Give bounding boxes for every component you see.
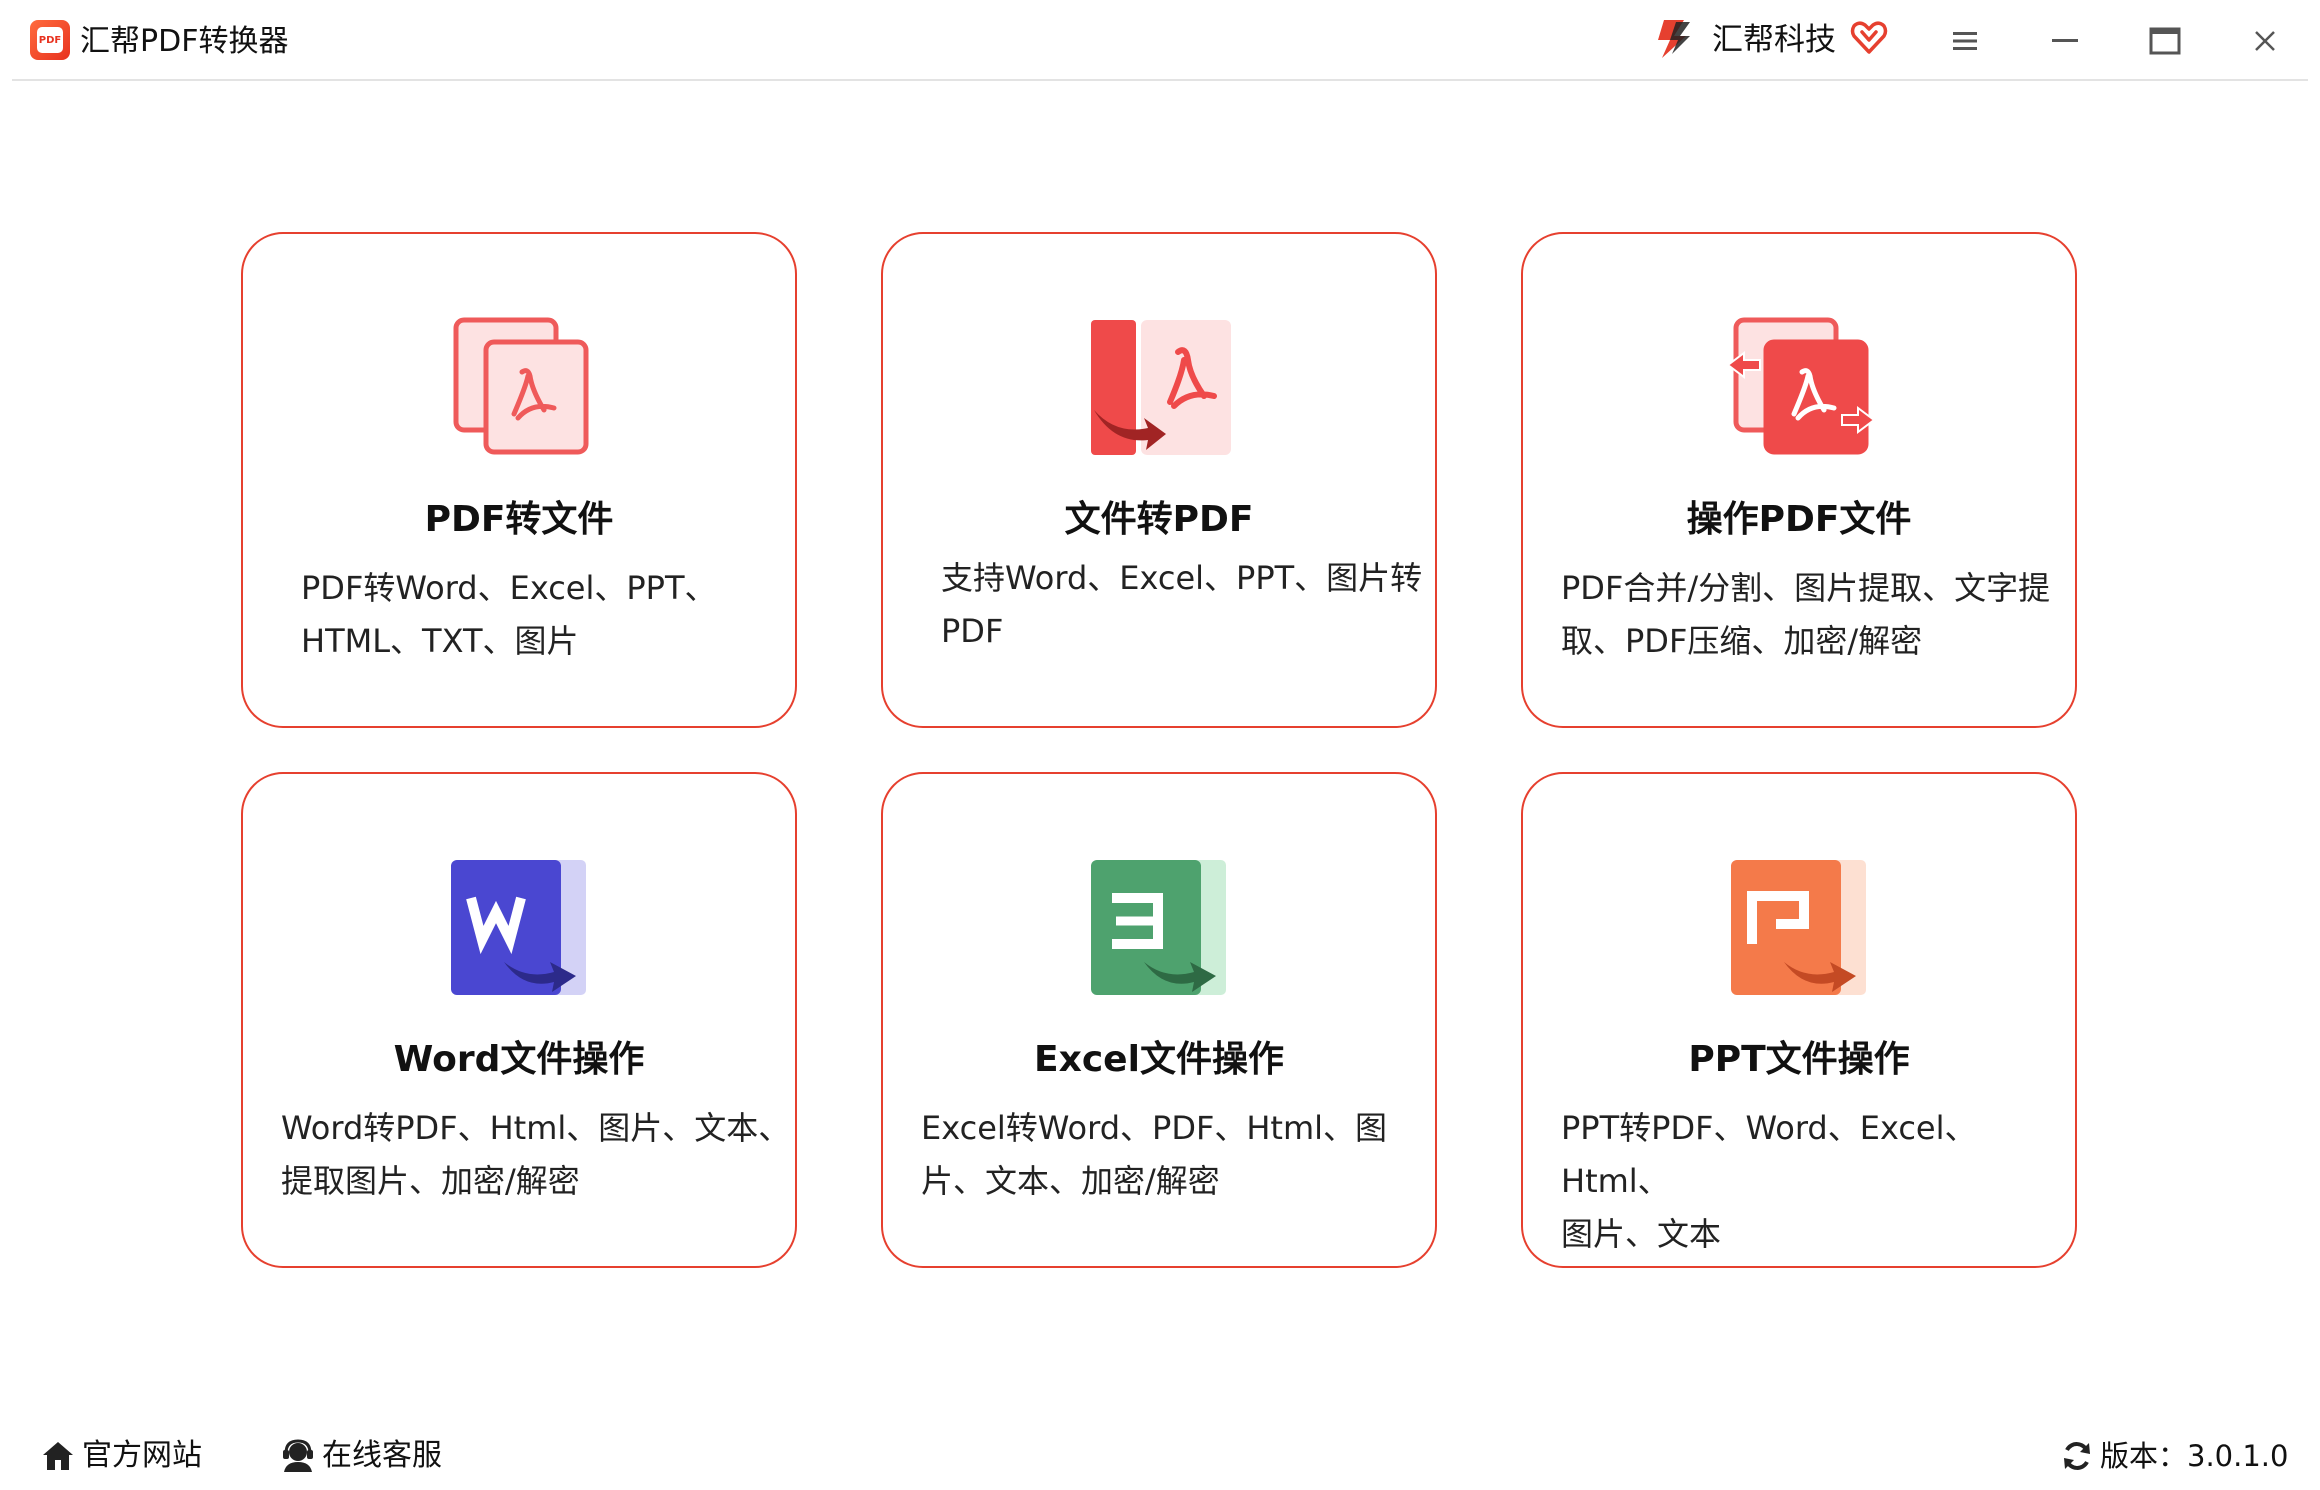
minimize-button[interactable] bbox=[2042, 18, 2088, 64]
card-description: Excel转Word、PDF、Html、图 片、文本、加密/解密 bbox=[921, 1102, 1387, 1208]
maximize-button[interactable] bbox=[2142, 18, 2188, 64]
maximize-icon bbox=[2149, 27, 2181, 55]
card-pdf-operations[interactable]: 操作PDF文件 PDF合并/分割、图片提取、文字提 取、PDF压缩、加密/解密 bbox=[1521, 232, 2077, 728]
file-to-pdf-icon bbox=[1086, 310, 1236, 460]
menu-icon bbox=[1952, 30, 1978, 52]
version-info: 版本：3.0.1.0 bbox=[2060, 1436, 2288, 1476]
minimize-icon bbox=[2051, 38, 2079, 44]
home-icon bbox=[40, 1438, 76, 1474]
website-label: 官方网站 bbox=[82, 1436, 202, 1476]
card-title: 文件转PDF bbox=[883, 496, 1435, 544]
card-word-operations[interactable]: Word文件操作 Word转PDF、Html、图片、文本、 提取图片、加密/解密 bbox=[241, 772, 797, 1268]
title-bar: PDF 汇帮PDF转换器 汇帮科技 bbox=[0, 0, 2320, 80]
app-logo-text: PDF bbox=[37, 27, 63, 53]
app-title: 汇帮PDF转换器 bbox=[80, 22, 288, 62]
support-label: 在线客服 bbox=[322, 1436, 442, 1476]
excel-icon bbox=[1086, 850, 1236, 1000]
support-link[interactable]: 在线客服 bbox=[280, 1436, 442, 1476]
card-description: PDF合并/分割、图片提取、文字提 取、PDF压缩、加密/解密 bbox=[1561, 562, 2050, 668]
version-label: 版本：3.0.1.0 bbox=[2100, 1436, 2288, 1476]
card-description: PDF转Word、Excel、PPT、 HTML、TXT、图片 bbox=[301, 562, 717, 668]
vip-heart-icon[interactable] bbox=[1850, 18, 1888, 56]
card-title: Word文件操作 bbox=[243, 1036, 795, 1084]
card-description: Word转PDF、Html、图片、文本、 提取图片、加密/解密 bbox=[281, 1102, 790, 1208]
customer-service-icon bbox=[280, 1438, 316, 1474]
card-excel-operations[interactable]: Excel文件操作 Excel转Word、PDF、Html、图 片、文本、加密/… bbox=[881, 772, 1437, 1268]
brand-logo-icon bbox=[1650, 14, 1698, 62]
card-title: PDF转文件 bbox=[243, 496, 795, 544]
pdf-operations-icon bbox=[1726, 310, 1876, 460]
card-pdf-to-file[interactable]: PDF转文件 PDF转Word、Excel、PPT、 HTML、TXT、图片 bbox=[241, 232, 797, 728]
app-window: PDF 汇帮PDF转换器 汇帮科技 bbox=[0, 0, 2320, 1490]
card-ppt-operations[interactable]: PPT文件操作 PPT转PDF、Word、Excel、Html、 图片、文本 bbox=[1521, 772, 2077, 1268]
refresh-icon[interactable] bbox=[2060, 1439, 2094, 1473]
title-divider bbox=[12, 79, 2308, 81]
word-icon bbox=[446, 850, 596, 1000]
close-icon bbox=[2253, 29, 2277, 53]
card-title: Excel文件操作 bbox=[883, 1036, 1435, 1084]
close-button[interactable] bbox=[2242, 18, 2288, 64]
card-title: PPT文件操作 bbox=[1523, 1036, 2075, 1084]
brand-name: 汇帮科技 bbox=[1712, 20, 1836, 60]
card-description: 支持Word、Excel、PPT、图片转 PDF bbox=[941, 552, 1422, 658]
ppt-icon bbox=[1726, 850, 1876, 1000]
menu-button[interactable] bbox=[1942, 18, 1988, 64]
card-description: PPT转PDF、Word、Excel、Html、 图片、文本 bbox=[1561, 1102, 2075, 1261]
app-logo-icon: PDF bbox=[30, 20, 70, 60]
website-link[interactable]: 官方网站 bbox=[40, 1436, 202, 1476]
card-title: 操作PDF文件 bbox=[1523, 496, 2075, 544]
pdf-to-file-icon bbox=[446, 310, 596, 460]
card-file-to-pdf[interactable]: 文件转PDF 支持Word、Excel、PPT、图片转 PDF bbox=[881, 232, 1437, 728]
